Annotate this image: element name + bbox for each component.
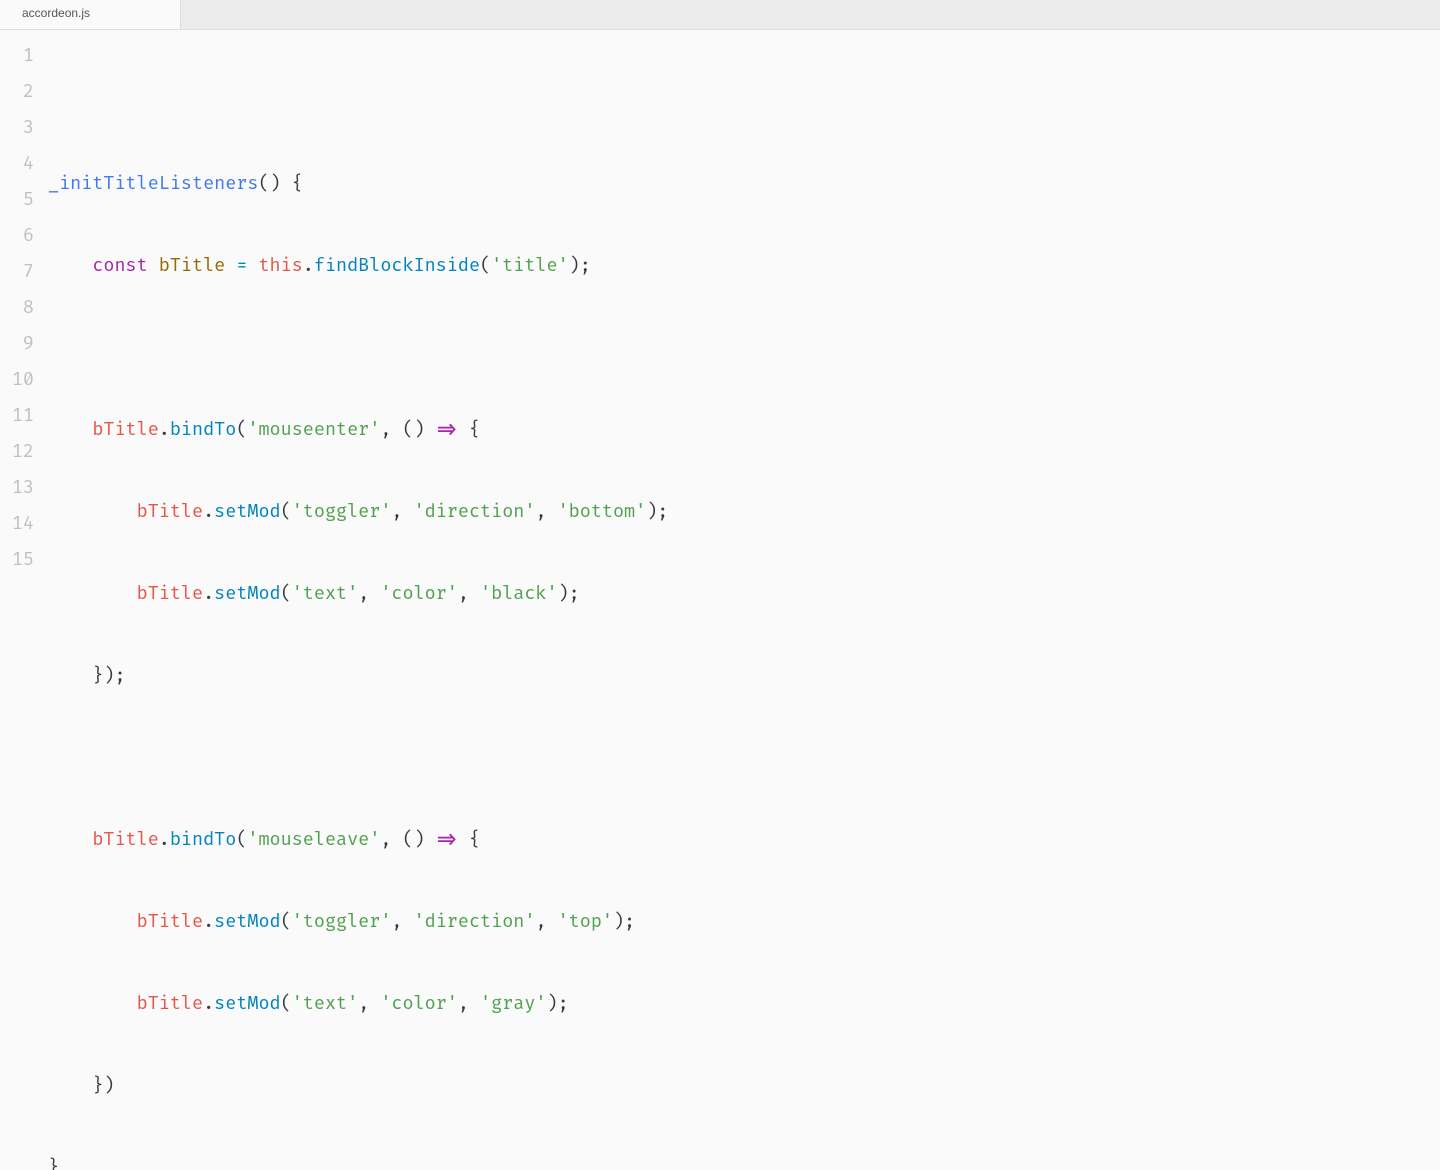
token-object: bTitle [137,992,203,1015]
code-line: }) [48,1068,1440,1104]
line-number: 7 [0,254,34,290]
code-line: bTitle.bindTo('mouseleave', () => { [48,822,1440,858]
token-string: 'mouseenter' [247,418,380,441]
code-line: } [48,1150,1440,1170]
token-string: 'color' [380,992,458,1015]
token-string: 'toggler' [292,500,392,523]
line-number: 10 [0,362,34,398]
token-function: _initTitleListeners [48,172,258,195]
token-call: setMod [214,992,280,1015]
token-call: findBlockInside [314,254,480,277]
token-arrow: => [436,828,458,851]
token-string: 'title' [491,254,569,277]
token-this: this [258,254,302,277]
code-line: bTitle.setMod('text', 'color', 'black'); [48,576,1440,612]
token-object: bTitle [137,910,203,933]
token-string: 'black' [480,582,558,605]
line-number: 2 [0,74,34,110]
code-line: _initTitleListeners() { [48,166,1440,202]
token-object: bTitle [92,418,158,441]
code-line: bTitle.setMod('text', 'color', 'gray'); [48,986,1440,1022]
token-string: 'color' [380,582,458,605]
token-arrow: => [436,418,458,441]
line-number: 6 [0,218,34,254]
code-line: bTitle.setMod('toggler', 'direction', 'b… [48,494,1440,530]
code-line [48,84,1440,120]
line-number: 14 [0,506,34,542]
code-editor[interactable]: 1 2 3 4 5 6 7 8 9 10 11 12 13 14 15 _ini… [0,30,1440,585]
tab-accordeon[interactable]: accordeon.js [0,0,181,29]
token-string: 'text' [292,582,358,605]
line-number: 5 [0,182,34,218]
code-line: }); [48,658,1440,694]
token-string: 'text' [292,992,358,1015]
gutter: 1 2 3 4 5 6 7 8 9 10 11 12 13 14 15 [0,30,48,585]
line-number: 13 [0,470,34,506]
token-string: 'direction' [414,500,536,523]
token-variable: bTitle [159,254,225,277]
token-string: 'direction' [414,910,536,933]
line-number: 4 [0,146,34,182]
token-call: setMod [214,500,280,523]
code-line [48,740,1440,776]
code-line: const bTitle = this.findBlockInside('tit… [48,248,1440,284]
code-area[interactable]: _initTitleListeners() { const bTitle = t… [48,30,1440,585]
line-number: 15 [0,542,34,578]
line-number: 8 [0,290,34,326]
token-object: bTitle [92,828,158,851]
token-string: 'gray' [480,992,546,1015]
token-call: bindTo [170,418,236,441]
line-number: 9 [0,326,34,362]
line-number: 1 [0,38,34,74]
token-string: 'top' [558,910,613,933]
token-string: 'toggler' [292,910,392,933]
code-line [48,330,1440,366]
token-object: bTitle [137,500,203,523]
token-string: 'bottom' [558,500,647,523]
token-string: 'mouseleave' [247,828,380,851]
token-call: setMod [214,910,280,933]
code-line: bTitle.setMod('toggler', 'direction', 't… [48,904,1440,940]
token-call: setMod [214,582,280,605]
tab-bar: accordeon.js [0,0,1440,30]
code-line: bTitle.bindTo('mouseenter', () => { [48,412,1440,448]
line-number: 3 [0,110,34,146]
token-call: bindTo [170,828,236,851]
line-number: 12 [0,434,34,470]
token-object: bTitle [137,582,203,605]
line-number: 11 [0,398,34,434]
token-keyword: const [92,254,147,277]
